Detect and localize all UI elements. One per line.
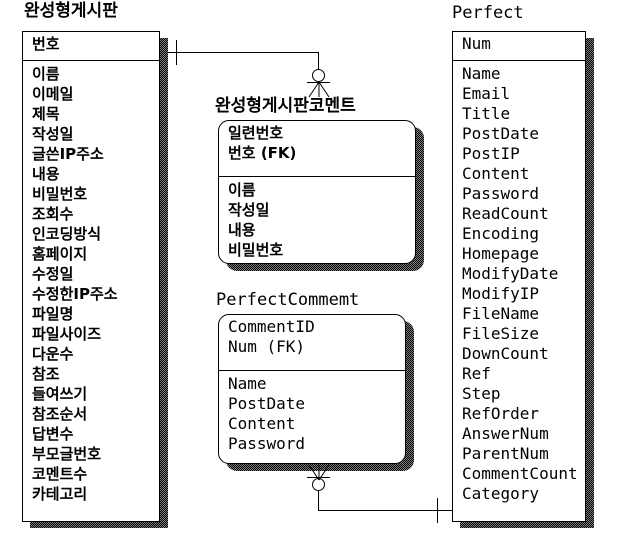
entity-perfect-attribute-section: Name Email Title PostDate PostIP Content…: [453, 61, 585, 506]
field-attribute: 비밀번호: [32, 185, 88, 203]
field-attribute: 이름: [32, 65, 60, 83]
entity-board-comment-kr-attribute-section: 이름 작성일 내용 비밀번호: [219, 177, 415, 262]
field-attribute: 참조순서: [32, 405, 88, 423]
entity-board-kr-attribute-section: 이름 이메일 제목 작성일 글쓴IP주소 내용 비밀번호 조회수 인코딩방식 홈…: [23, 61, 159, 506]
field-attribute: DownCount: [462, 344, 549, 363]
field-attribute: 내용: [32, 165, 60, 183]
field-attribute: PostDate: [462, 124, 540, 143]
field-attribute: 수정일: [32, 265, 74, 283]
entity-perfect-pk-section: Num: [453, 32, 585, 61]
field-attribute: Name: [462, 64, 501, 83]
field-attribute: 부모글번호: [32, 445, 102, 463]
field-attribute: 인코딩방식: [32, 225, 102, 243]
cardinality-one-tick-kr: [176, 40, 177, 65]
field-attribute: 이름: [228, 181, 256, 199]
crows-foot-icon-en: [308, 464, 330, 481]
field-attribute: 조회수: [32, 205, 74, 223]
field-attribute: 작성일: [228, 201, 270, 219]
relationship-en-horizontal-segment: [318, 510, 452, 511]
field-pk: 일련번호: [228, 124, 284, 142]
field-attribute: Content: [228, 414, 296, 433]
field-attribute: 글쓴IP주소: [32, 145, 104, 163]
field-attribute: RefOrder: [462, 404, 540, 423]
field-attribute: 코멘트수: [32, 465, 88, 483]
entity-title-board-comment-kr: 완성형게시판코멘트: [215, 96, 356, 116]
field-attribute: ReadCount: [462, 204, 549, 223]
field-attribute: PostIP: [462, 144, 520, 163]
field-attribute: Content: [462, 164, 530, 183]
field-pk: Num (FK): [228, 337, 306, 356]
field-attribute: PostDate: [228, 394, 306, 413]
field-attribute: Password: [228, 434, 306, 453]
entity-perfect-comment[interactable]: CommentID Num (FK) Name PostDate Content…: [218, 314, 406, 464]
field-attribute: 파일사이즈: [32, 325, 102, 343]
field-attribute: 파일명: [32, 305, 74, 323]
entity-title-perfect-comment: PerfectCommemt: [216, 290, 360, 310]
field-attribute: 다운수: [32, 345, 74, 363]
field-attribute: Password: [462, 184, 540, 203]
field-attribute: Category: [462, 484, 540, 503]
field-attribute: Email: [462, 84, 511, 103]
entity-perfect-comment-attribute-section: Name PostDate Content Password: [219, 371, 405, 456]
field-attribute: ModifyIP: [462, 284, 540, 303]
field-attribute: 내용: [228, 221, 256, 239]
entity-board-kr-pk-section: 번호: [23, 32, 159, 61]
field-attribute: Name: [228, 374, 267, 393]
field-attribute: 답변수: [32, 425, 74, 443]
field-attribute: 들여쓰기: [32, 385, 88, 403]
field-attribute: ParentNum: [462, 444, 549, 463]
field-attribute: 카테고리: [32, 485, 88, 503]
entity-perfect-comment-pk-section: CommentID Num (FK): [219, 315, 405, 371]
field-attribute: 수정한IP주소: [32, 285, 118, 303]
field-pk: CommentID: [228, 317, 315, 336]
field-pk: 번호 (FK): [228, 144, 297, 162]
entity-title-board-kr: 완성형게시판: [24, 1, 118, 21]
field-attribute: 참조: [32, 365, 60, 383]
entity-board-comment-kr[interactable]: 일련번호 번호 (FK) 이름 작성일 내용 비밀번호: [218, 120, 416, 264]
field-attribute: Step: [462, 384, 501, 403]
field-attribute: ModifyDate: [462, 264, 559, 283]
cardinality-one-tick-en: [437, 498, 438, 523]
entity-board-comment-kr-pk-section: 일련번호 번호 (FK): [219, 121, 415, 177]
field-attribute: CommentCount: [462, 464, 578, 483]
field-attribute: 비밀번호: [228, 241, 284, 259]
field-attribute: Ref: [462, 364, 491, 383]
field-attribute: 이메일: [32, 85, 74, 103]
field-attribute: FileName: [462, 304, 540, 323]
relationship-kr-horizontal-segment: [160, 52, 319, 53]
field-attribute: Title: [462, 104, 511, 123]
field-pk: Num: [462, 34, 491, 53]
entity-board-kr[interactable]: 번호 이름 이메일 제목 작성일 글쓴IP주소 내용 비밀번호 조회수 인코딩방…: [22, 31, 160, 522]
entity-perfect[interactable]: Num Name Email Title PostDate PostIP Con…: [452, 31, 586, 522]
field-attribute: AnswerNum: [462, 424, 549, 443]
er-diagram-canvas: 완성형게시판 번호 이름 이메일 제목 작성일 글쓴IP주소 내용 비밀번호 조…: [0, 0, 618, 540]
field-attribute: Homepage: [462, 244, 540, 263]
field-attribute: FileSize: [462, 324, 540, 343]
field-attribute: 제목: [32, 105, 60, 123]
crows-foot-icon-kr: [308, 81, 330, 98]
field-pk: 번호: [32, 35, 60, 53]
field-attribute: 홈페이지: [32, 245, 88, 263]
field-attribute: Encoding: [462, 224, 540, 243]
entity-title-perfect: Perfect: [452, 3, 524, 23]
field-attribute: 작성일: [32, 125, 74, 143]
